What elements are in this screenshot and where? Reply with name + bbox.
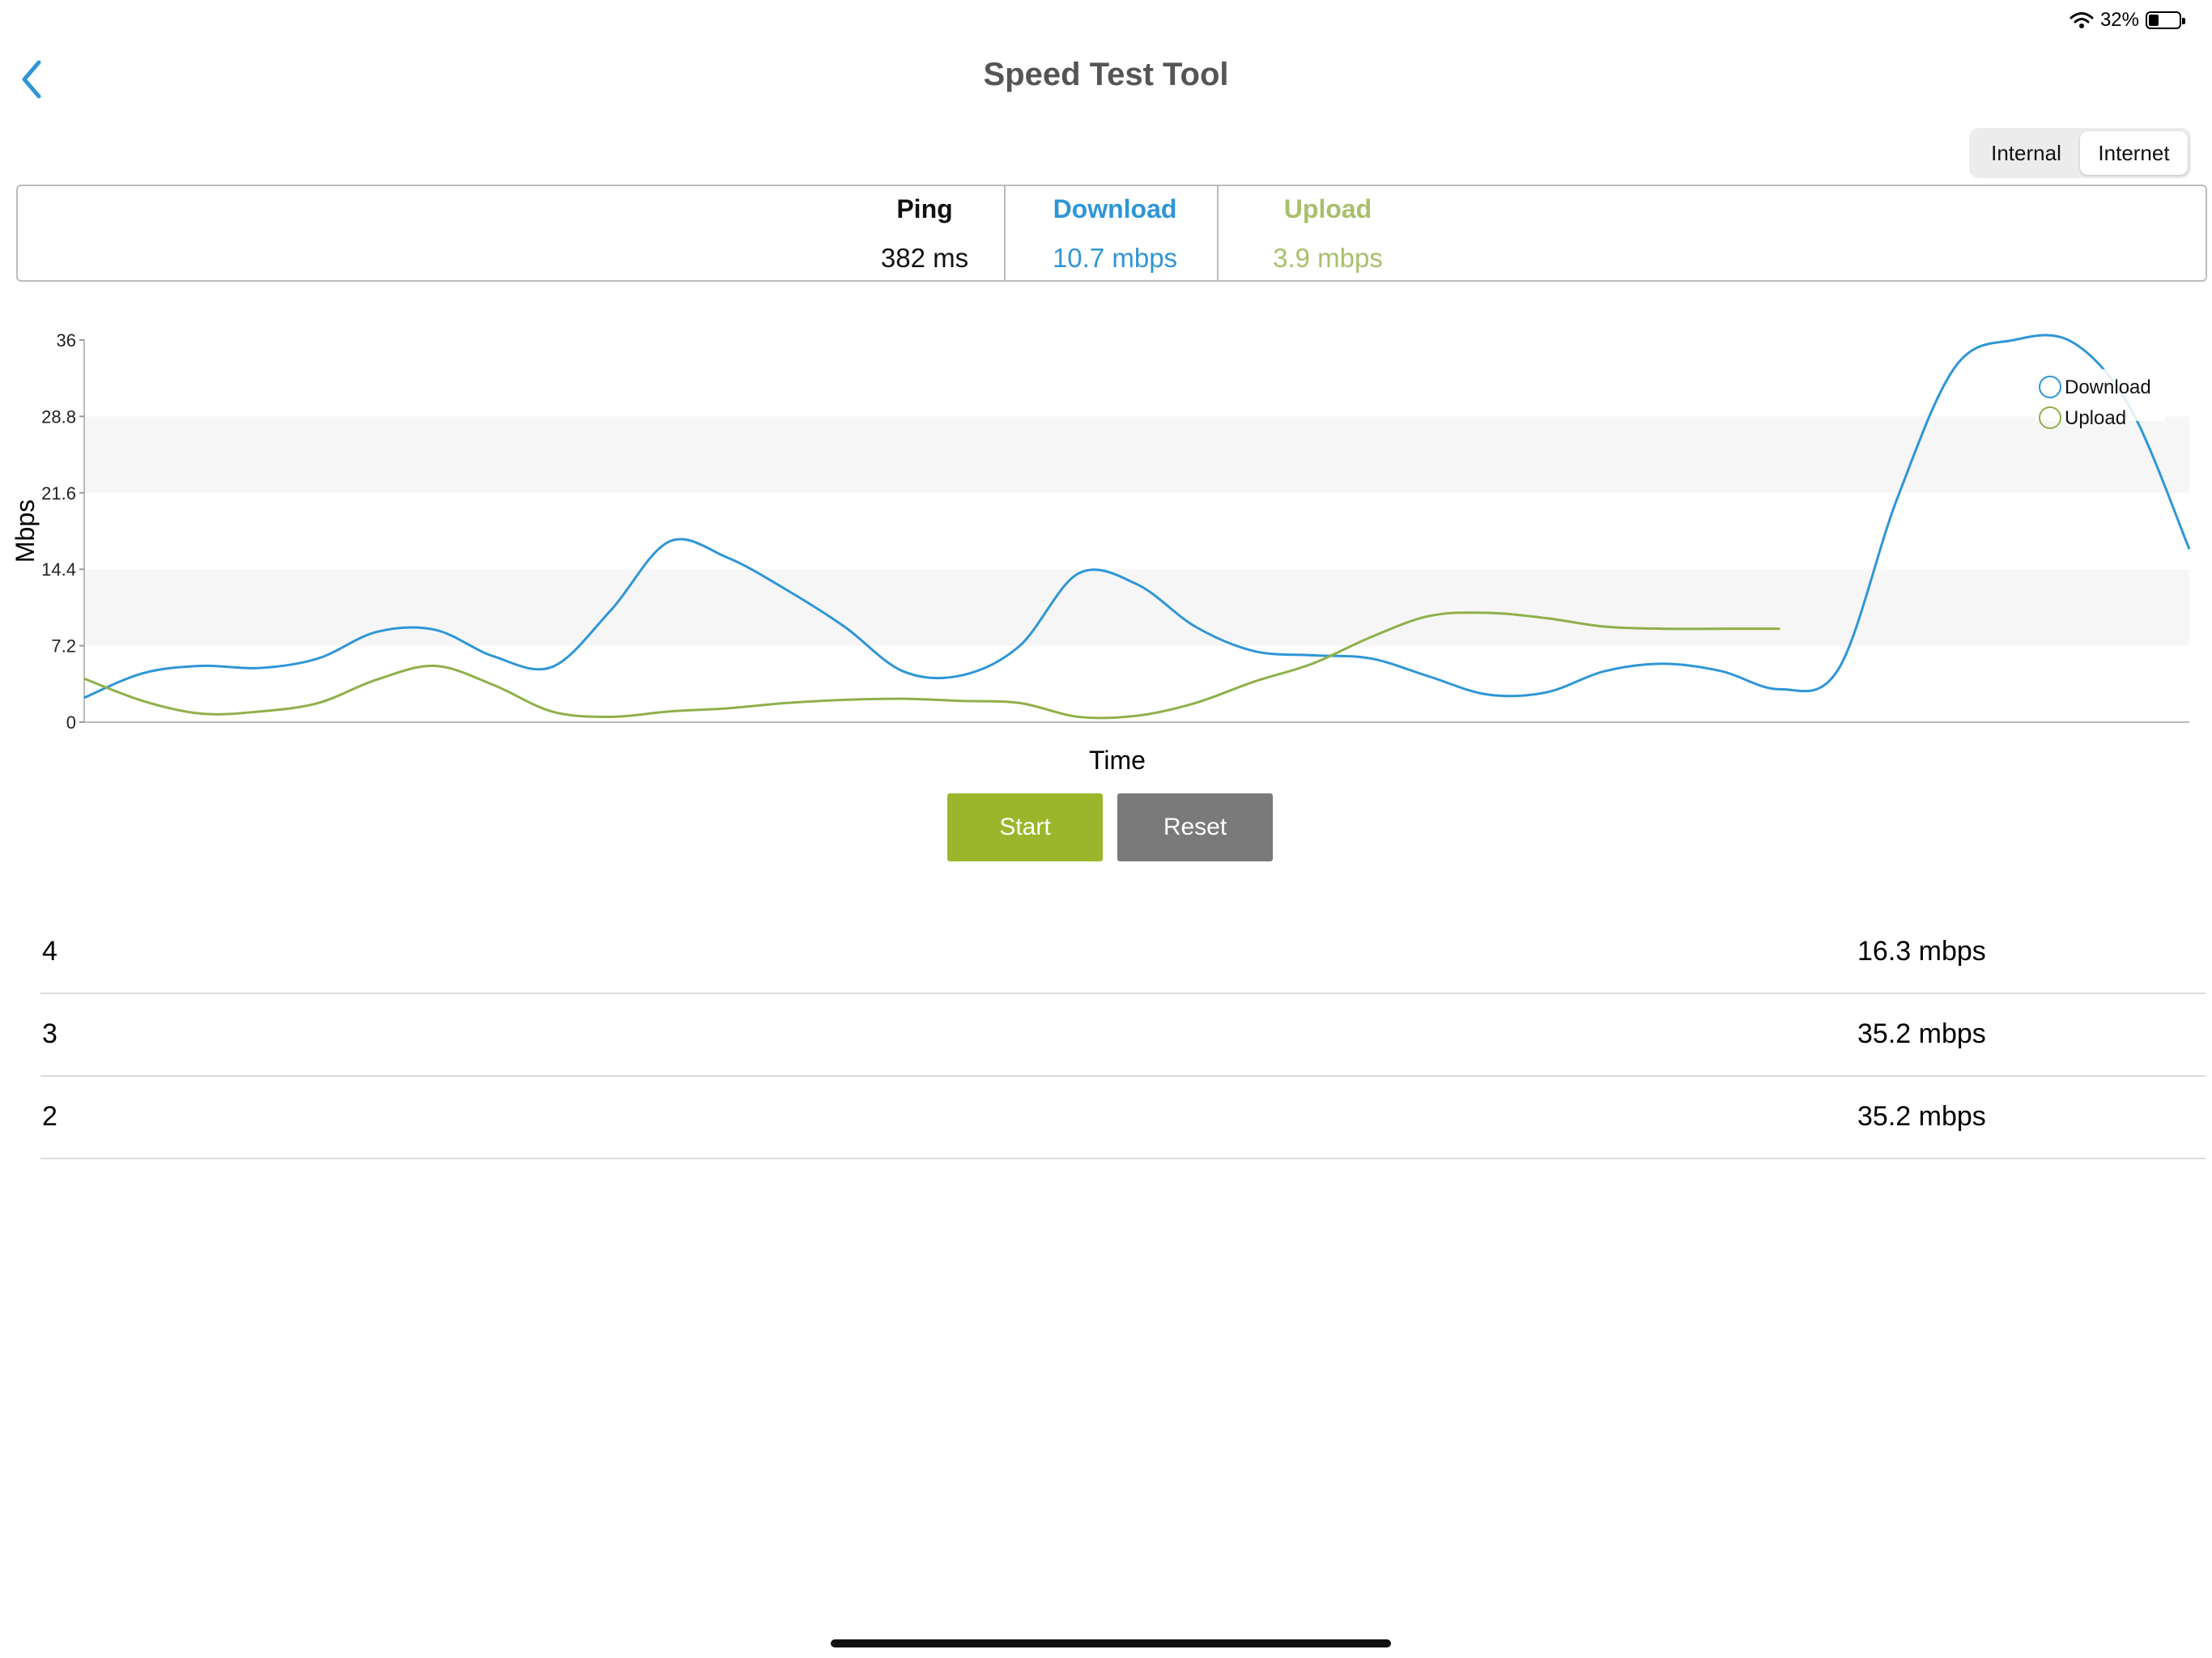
speed-summary: Ping 382 ms Download 10.7 mbps Upload 3.… [16,185,2207,282]
results-list: 4 16.3 mbps 3 35.2 mbps 2 35.2 mbps [40,912,2206,1159]
y-tick-label: 28.8 [41,406,76,427]
battery-percent: 32% [2099,9,2139,31]
upload-value: 3.9 mbps [1273,243,1383,273]
result-row: 4 16.3 mbps [40,912,2206,994]
network-segmented-control: Internal Internet [1969,128,2191,178]
summary-divider [1004,186,1006,280]
y-tick-label: 21.6 [41,483,76,504]
result-row: 2 35.2 mbps [40,1077,2206,1159]
y-tick-label: 0 [66,712,76,733]
download-value: 10.7 mbps [1052,243,1178,273]
y-axis-label: Mbps [11,500,40,563]
download-label: Download [1053,194,1177,223]
download-summary: Download 10.7 mbps [1014,186,1216,280]
start-button[interactable]: Start [947,793,1103,861]
legend-label-upload: Upload [2065,407,2126,429]
segment-internet[interactable]: Internet [2080,131,2188,175]
upload-label: Upload [1283,194,1372,223]
y-tick-label: 36 [57,330,76,351]
home-indicator [831,1639,1391,1647]
ping-summary: Ping 382 ms [836,186,1014,280]
wifi-icon [2069,11,2094,29]
ping-value: 382 ms [880,243,969,273]
segment-internal[interactable]: Internal [1972,131,2080,175]
status-bar: 32% [2069,6,2185,34]
result-value: 35.2 mbps [1857,1101,1986,1132]
ping-label: Ping [896,194,953,223]
battery-level [2149,15,2159,26]
y-tick-label: 14.4 [41,559,76,580]
reset-button[interactable]: Reset [1117,793,1273,861]
y-tick-label: 7.2 [51,636,76,657]
result-index: 3 [42,1018,57,1049]
summary-divider [1217,186,1219,280]
legend-label-download: Download [2065,376,2151,398]
upload-summary: Upload 3.9 mbps [1227,186,1429,280]
x-axis-label: Time [1089,746,1146,775]
result-index: 2 [42,1101,57,1132]
result-value: 35.2 mbps [1857,1018,1986,1049]
battery-icon [2146,11,2185,29]
grid-band [84,416,2189,493]
page-title: Speed Test Tool [983,57,1229,92]
result-row: 3 35.2 mbps [40,994,2206,1077]
speed-chart: 0 7.2 14.4 21.6 28.8 36 Mbps Time Download Upload [0,316,2212,785]
result-index: 4 [42,936,57,967]
result-value: 16.3 mbps [1857,936,1986,967]
speed-chart-svg: 0 7.2 14.4 21.6 28.8 36 Mbps Time Download Upload [11,330,2191,775]
grid-band [84,569,2189,646]
